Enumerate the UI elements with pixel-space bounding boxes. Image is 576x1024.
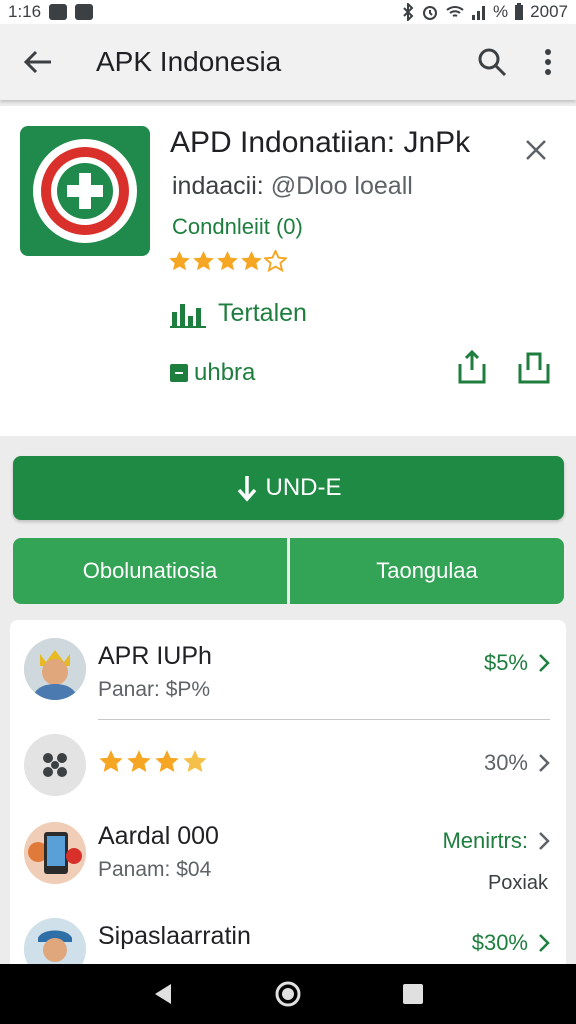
status-clock: 2007 — [530, 2, 568, 21]
wifi-icon — [446, 6, 464, 17]
avatar — [24, 734, 86, 796]
signal-icon — [472, 6, 486, 20]
share-button[interactable] — [454, 348, 490, 388]
bookmark-button[interactable] — [516, 348, 552, 388]
item-title: APR IUPh — [98, 642, 212, 670]
chevron-right-icon — [539, 934, 550, 952]
app-tag: uhbra — [170, 359, 255, 387]
share-icon — [458, 350, 486, 384]
nav-recents-button[interactable] — [391, 972, 435, 1016]
app-meta-label: Tertalen — [218, 298, 307, 327]
app-title: APD Indonatiian: JnPk — [170, 126, 471, 159]
grid-dots-avatar-icon — [24, 734, 86, 796]
developer-handle: @Dloo loeall — [270, 172, 413, 200]
item-subtitle: Panam: $04 — [98, 858, 212, 881]
item-value: Menirtrs: — [442, 828, 528, 853]
left-action-button[interactable]: Obolunatiosia — [13, 538, 287, 604]
action-buttons: Obolunatiosia Taongulaa — [13, 538, 564, 604]
battery-icon — [515, 3, 524, 20]
app-notification-icon — [75, 4, 94, 20]
close-icon — [526, 140, 546, 160]
item-value: 30% — [483, 750, 528, 775]
app-icon[interactable] — [20, 126, 150, 256]
app-tag-label: uhbra — [194, 359, 256, 386]
star-icon — [217, 250, 238, 271]
bluetooth-icon — [403, 3, 414, 21]
star-icon — [193, 250, 214, 271]
triangle-back-icon — [154, 984, 171, 1004]
phone-avatar-icon — [24, 822, 86, 884]
more-options-button[interactable] — [520, 34, 576, 90]
status-bar: 1:16 % 2007 — [0, 0, 576, 24]
system-nav-bar — [0, 964, 576, 1024]
list-item[interactable]: APR IUPh Panar: $P% $5% — [10, 620, 566, 720]
square-recents-icon — [403, 984, 424, 1004]
person-cap-avatar-icon — [24, 918, 86, 964]
search-button[interactable] — [464, 34, 520, 90]
battery-percent: % — [493, 2, 509, 21]
person-crown-avatar-icon — [24, 638, 86, 700]
list-item[interactable]: Sipaslaarratin $30% — [10, 916, 566, 964]
app-bar: APK Indonesia — [0, 24, 576, 100]
item-value: $30% — [471, 930, 528, 955]
download-arrow-icon — [237, 476, 256, 502]
avatar — [24, 918, 86, 964]
chevron-right-icon — [539, 754, 550, 772]
app-developer[interactable]: indaacii: @Dloo loeall — [172, 172, 413, 201]
nav-home-button[interactable] — [266, 972, 310, 1016]
avatar — [24, 638, 86, 700]
close-button[interactable] — [516, 130, 556, 170]
photo-notification-icon — [49, 4, 68, 20]
tag-icon — [170, 364, 188, 382]
more-vert-icon — [545, 49, 551, 75]
star-icon — [127, 750, 151, 773]
alarm-icon — [423, 6, 438, 20]
chevron-right-icon — [539, 832, 550, 850]
app-details-card: APD Indonatiian: JnPk indaacii: @Dloo lo… — [0, 106, 576, 436]
back-button[interactable] — [0, 24, 76, 100]
arrow-left-icon — [23, 50, 51, 74]
item-title: Aardal 000 — [98, 822, 219, 850]
item-title: Sipaslaarratin — [98, 922, 251, 950]
item-subtitle: Panar: $P% — [98, 678, 211, 701]
item-rating-stars — [98, 749, 208, 774]
bar-chart-icon — [170, 304, 206, 328]
home-circle-icon — [275, 981, 301, 1007]
star-icon — [155, 750, 179, 773]
app-meta-row: Tertalen — [170, 298, 307, 328]
star-icon — [241, 250, 262, 271]
medical-cross-logo-icon — [33, 139, 137, 243]
avatar — [24, 822, 86, 884]
bookmark-icon — [518, 352, 550, 384]
list-item[interactable]: Aardal 000 Panam: $04 Menirtrs: Poxiak — [10, 816, 566, 916]
list-item[interactable]: 30% — [10, 720, 566, 820]
install-button[interactable]: UND-E — [13, 456, 564, 520]
star-half-icon — [264, 250, 287, 272]
star-icon — [183, 750, 207, 773]
developer-name: indaacii: — [172, 172, 264, 200]
chevron-right-icon — [539, 654, 550, 672]
nav-back-button[interactable] — [141, 972, 185, 1016]
related-apps-list: APR IUPh Panar: $P% $5% 30% Aardal 000 P… — [10, 620, 566, 964]
right-action-button[interactable]: Taongulaa — [290, 538, 564, 604]
rating-stars — [168, 250, 287, 272]
item-value: $5% — [483, 650, 528, 675]
status-time: 1:16 — [8, 2, 42, 21]
star-icon — [99, 750, 123, 773]
page-title: APK Indonesia — [96, 46, 282, 77]
item-extra: Poxiak — [487, 872, 548, 894]
search-icon — [478, 48, 507, 77]
install-label: UND-E — [265, 474, 342, 501]
star-icon — [169, 250, 190, 271]
app-category[interactable]: Condnleiit (0) — [172, 214, 303, 240]
